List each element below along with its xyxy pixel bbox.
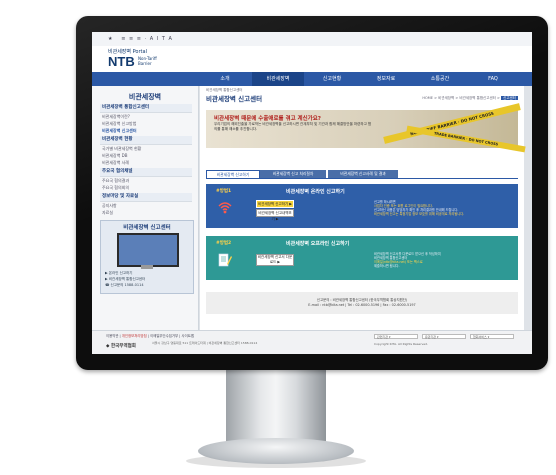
footer-link-email-policy[interactable]: 이메일무단수집거부 <box>150 334 178 338</box>
sidebar-item-report-center[interactable]: 비관세장벽 신고센터 <box>102 127 188 134</box>
main-content: 비관세장벽 통합신고센터 비관세장벽 신고센터 HOME > 비관세장벽 > 비… <box>200 86 526 330</box>
monitor-stand-neck <box>226 370 326 442</box>
page-title: 비관세장벽 신고센터 <box>206 95 263 103</box>
utility-bar: ★ ≡ ≡ ≡ · A I T A <box>92 32 532 46</box>
wifi-icon <box>218 202 232 214</box>
sidebar-item-db[interactable]: 비관세장벽 DB <box>102 152 188 159</box>
contact-line: E-mail : ntb@kita.net | Tel : 02-6000-51… <box>308 303 416 307</box>
tab-bar: 비관세장벽 신고하기 비관세장벽 신고 처리절차 비관세장벽 신고사례 및 결과 <box>206 170 518 179</box>
footer-logo: ◆ 한국무역협회 <box>106 344 136 349</box>
copyright: Copyright KITA. All Rights Reserved. <box>374 342 428 346</box>
contact-note: 신고문의 : 비관세장벽 통합신고센터 (한국무역협회 통상지원단) E-mai… <box>206 292 518 314</box>
header: 비관세장벽 Portal NTB Non-Tariff Barrier <box>92 46 532 72</box>
sidebar-item-meetings[interactable]: 주요국 협의회의 <box>102 184 188 191</box>
site-logo[interactable]: NTB <box>108 54 135 69</box>
report-history-button[interactable]: 비관세장벽 신고내역보기 ▶ <box>256 209 294 221</box>
nav-item-status[interactable]: 신고현황 <box>306 72 358 86</box>
sidebar-banner-title: 비관세장벽 신고센터 <box>123 225 171 231</box>
sidebar-group-status[interactable]: 비관세장벽 현황 <box>100 136 192 145</box>
sidebar-item-method[interactable]: 비관세장벽 신고방법 <box>102 120 188 127</box>
caution-tape: TRADE BARRIER · DO NOT CROSS <box>406 125 526 153</box>
nav-item-intro[interactable]: 소개 <box>200 72 250 86</box>
sidebar-item-cases[interactable]: 비관세장벽 사례 <box>102 159 188 166</box>
sidebar-title: 비관세장벽 <box>128 93 162 101</box>
offline-report-info: 비관세장벽 신고서를 다운로드 받으신 후 작성하여 비관세장벽 통합신고센터 … <box>374 252 510 268</box>
sidebar-item-results[interactable]: 주요국 협의결과 <box>102 177 188 184</box>
sidebar: 비관세장벽 비관세장벽 통합신고센터 비관세장벽이란? 비관세장벽 신고방법 비… <box>92 86 199 330</box>
nav-item-ntb[interactable]: 비관세장벽 <box>252 72 304 86</box>
related-sites-select[interactable]: 관련기관 ▾ <box>374 334 418 339</box>
footer-link-privacy[interactable]: 개인정보처리방침 <box>122 334 147 338</box>
footer: 이용약관 | 개인정보처리방침 | 이메일무단수집거부 | 사이트맵 ◆ 한국무… <box>92 330 532 354</box>
sidebar-item-archive[interactable]: 자료실 <box>102 209 188 216</box>
footer-address: 서울시 강남구 영동대로 511 트레이드타워 | 비관세장벽 통합신고센터 1… <box>152 341 258 345</box>
document-edit-icon <box>218 253 232 267</box>
hero-description: 우리기업의 해외진출을 가로막는 비관세장벽을 신고하시면 관계부처 및 기관과… <box>214 122 372 131</box>
nav-item-community[interactable]: 소통공간 <box>414 72 466 86</box>
hero-banner: NON-TARIFF BARRIER · DO NOT CROSS TRADE … <box>206 103 526 153</box>
computer-icon <box>117 233 179 267</box>
affiliated-sites-select[interactable]: 유관기관 ▾ <box>422 334 466 339</box>
footer-links: 이용약관 | 개인정보처리방침 | 이메일무단수집거부 | 사이트맵 <box>106 334 194 338</box>
main-navigation: 소개 비관세장벽 신고현황 정보자료 소통공간 FAQ <box>92 72 532 86</box>
sidebar-banner-line[interactable]: ▶ 비관세장벽 통합신고센터 <box>105 277 191 282</box>
tab-cases[interactable]: 비관세장벽 신고사례 및 결과 <box>328 170 398 178</box>
online-report-box: #방법1 비관세장벽 온라인 신고하기 비관세장벽 신고하기 ▶ 비관세장벽 신… <box>206 184 518 228</box>
info-line: 비관세장벽 신고는 특정기업 정보 보호를 위해 비공개로 처리됩니다. <box>374 212 465 216</box>
sidebar-group-center[interactable]: 비관세장벽 통합신고센터 <box>100 104 192 113</box>
breadcrumb: HOME > 비관세장벽 > 비관세장벽 통합신고센터 > 신고센터 <box>422 96 518 101</box>
monitor-screen: ★ ≡ ≡ ≡ · A I T A 비관세장벽 Portal NTB Non-T… <box>92 32 532 354</box>
sidebar-banner-line[interactable]: ▶ 온라인 신고하기 <box>105 271 191 276</box>
logo-tagline: Non-Tariff Barrier <box>138 56 157 66</box>
tab-report[interactable]: 비관세장벽 신고하기 <box>206 170 260 178</box>
sidebar-item-notice[interactable]: 공지사항 <box>102 202 188 209</box>
download-form-button[interactable]: 비관세장벽 신고서 다운로드 ▶ <box>256 254 294 266</box>
sidebar-group-library[interactable]: 정보마당 및 자료실 <box>100 193 192 202</box>
offline-report-box: #방법2 비관세장벽 오프라인 신고하기 비관세장벽 신고서 다운로드 ▶ 비관… <box>206 236 518 280</box>
contact-note-text: 신고문의 : 비관세장벽 통합신고센터 (한국무역협회 통상지원단) E-mai… <box>206 298 518 308</box>
breadcrumb-path[interactable]: HOME > 비관세장벽 > 비관세장벽 통합신고센터 > <box>422 96 500 100</box>
service-sites-select[interactable]: 협회서비스 ▾ <box>470 334 514 339</box>
info-line: 제출하시면 됩니다. <box>374 264 400 268</box>
online-report-button[interactable]: 비관세장벽 신고하기 ▶ <box>256 200 294 208</box>
hero-question: 비관세장벽 때문에 수출애로를 겪고 계신가요? <box>214 116 321 122</box>
nav-item-info[interactable]: 정보자료 <box>360 72 412 86</box>
online-report-title: 비관세장벽 온라인 신고하기 <box>286 189 345 195</box>
method-label: #방법2 <box>216 241 232 246</box>
monitor-frame: ★ ≡ ≡ ≡ · A I T A 비관세장벽 Portal NTB Non-T… <box>76 16 548 370</box>
sidebar-banner[interactable]: 비관세장벽 신고센터 ▶ 온라인 신고하기 ▶ 비관세장벽 통합신고센터 ☎ 신… <box>100 220 194 294</box>
tab-procedure[interactable]: 비관세장벽 신고 처리절차 <box>260 170 326 178</box>
footer-link-terms[interactable]: 이용약관 <box>106 334 118 338</box>
sidebar-group-channel[interactable]: 주요국 협의채널 <box>100 168 192 177</box>
computer-stand-icon <box>141 265 153 269</box>
offline-report-title: 비관세장벽 오프라인 신고하기 <box>286 241 350 247</box>
sidebar-item-what[interactable]: 비관세장벽이란? <box>102 113 188 120</box>
breadcrumb-current: 신고센터 <box>501 96 518 100</box>
utility-bar-text: ★ ≡ ≡ ≡ · A I T A <box>108 36 173 42</box>
monitor-stand-base <box>198 438 354 464</box>
sidebar-banner-line: ☎ 신고문의 1588-0114 <box>105 283 144 287</box>
online-report-info: 신고를 하시려면 사업자 인증 또는 회원 로그인이 필요합니다. 신고하신 내… <box>374 200 510 216</box>
nav-item-faq[interactable]: FAQ <box>468 72 518 86</box>
method-label: #방법1 <box>216 189 232 194</box>
footer-link-sitemap[interactable]: 사이트맵 <box>181 334 193 338</box>
sidebar-item-country[interactable]: 국가별 비관세장벽 현황 <box>102 145 188 152</box>
